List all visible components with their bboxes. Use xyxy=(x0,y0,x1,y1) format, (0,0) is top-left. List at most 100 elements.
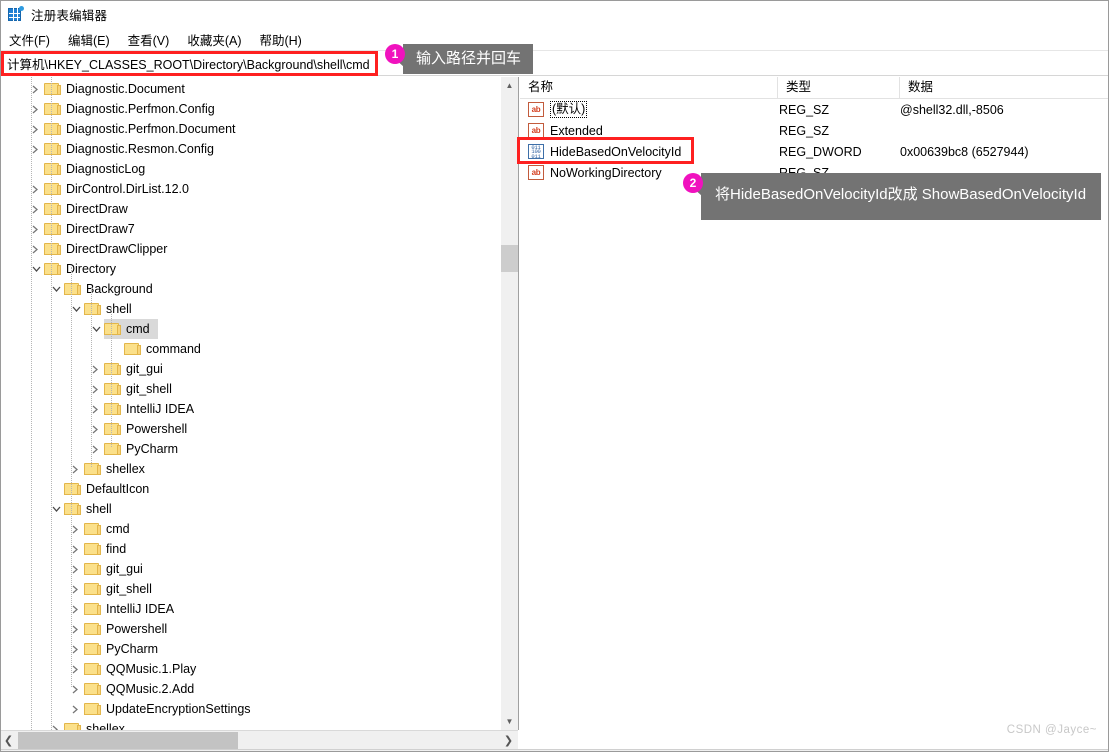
tree-item-content[interactable]: DirectDraw7 xyxy=(44,219,135,239)
registry-tree: Diagnostic.Document Diagnostic.Perfmon.Co… xyxy=(0,77,500,730)
menu-item-favorites[interactable]: 收藏夹(A) xyxy=(187,30,241,49)
tree-item[interactable]: git_gui xyxy=(0,559,500,579)
column-header-data[interactable]: 数据 xyxy=(900,77,1109,98)
value-row[interactable]: ab Extended REG_SZ xyxy=(520,120,1109,141)
tree-item[interactable]: Diagnostic.Resmon.Config xyxy=(0,139,500,159)
callout-text-2: 将HideBasedOnVelocityId改成 ShowBasedOnVelo… xyxy=(693,173,1101,220)
tree-item-label: git_shell xyxy=(106,582,152,596)
value-name-cell[interactable]: 011 100 011 HideBasedOnVelocityId xyxy=(520,144,778,159)
tree-item[interactable]: Diagnostic.Document xyxy=(0,79,500,99)
tree-item[interactable]: Background xyxy=(0,279,500,299)
tree-item-content[interactable]: git_shell xyxy=(84,579,152,599)
tree-item-content[interactable]: DiagnosticLog xyxy=(44,159,145,179)
tree-item-content[interactable]: Diagnostic.Perfmon.Config xyxy=(44,99,215,119)
tree-item[interactable]: Directory xyxy=(0,259,500,279)
tree-item-content[interactable]: PyCharm xyxy=(84,639,158,659)
column-header-name[interactable]: 名称 xyxy=(520,77,778,98)
tree-guide-line xyxy=(111,307,113,447)
tree-item-content[interactable]: Directory xyxy=(44,259,116,279)
menu-item-edit[interactable]: 编辑(E) xyxy=(68,30,110,49)
tree-item[interactable]: cmd xyxy=(0,519,500,539)
scroll-right-icon[interactable]: ❯ xyxy=(500,731,517,750)
tree-item[interactable]: DefaultIcon xyxy=(0,479,500,499)
menu-item-file[interactable]: 文件(F) xyxy=(9,30,50,49)
tree-item-content[interactable]: IntelliJ IDEA xyxy=(84,599,174,619)
tree-item-label: IntelliJ IDEA xyxy=(106,602,175,616)
tree-item-content[interactable]: find xyxy=(84,539,126,559)
tree-item[interactable]: QQMusic.2.Add xyxy=(0,679,500,699)
tree-horizontal-scrollbar[interactable]: ❮ ❯ xyxy=(0,730,518,750)
tree-vertical-scrollbar[interactable]: ▲ ▼ xyxy=(500,77,518,730)
tree-item[interactable]: QQMusic.1.Play xyxy=(0,659,500,679)
tree-item-content[interactable]: shellex xyxy=(64,719,125,730)
tree-item-content[interactable]: Diagnostic.Document xyxy=(44,79,185,99)
menu-item-view[interactable]: 查看(V) xyxy=(128,30,170,49)
tree-item[interactable]: DirectDraw7 xyxy=(0,219,500,239)
menu-item-help[interactable]: 帮助(H) xyxy=(259,30,301,49)
tree-item-content[interactable]: cmd xyxy=(84,519,130,539)
value-name-cell[interactable]: ab Extended xyxy=(520,123,778,138)
tree-item-content[interactable]: DirectDraw xyxy=(44,199,128,219)
tree-item[interactable]: shellex xyxy=(0,719,500,730)
value-row[interactable]: ab (默认) REG_SZ @shell32.dll,-8506 xyxy=(520,99,1109,120)
tree-item-content[interactable]: IntelliJ IDEA xyxy=(104,399,194,419)
tree-item[interactable]: command xyxy=(0,339,500,359)
tree-item-content[interactable]: Powershell xyxy=(84,619,167,639)
value-row[interactable]: 011 100 011 HideBasedOnVelocityId REG_DWORD 0… xyxy=(520,141,1109,162)
tree-item[interactable]: Powershell xyxy=(0,419,500,439)
tree-item-content[interactable]: command xyxy=(124,339,201,359)
registry-editor-window: 注册表编辑器 文件(F) 编辑(E) 查看(V) 收藏夹(A) 帮助(H) Di… xyxy=(0,0,1109,752)
scroll-left-icon[interactable]: ❮ xyxy=(0,731,17,750)
tree-item[interactable]: DirectDraw xyxy=(0,199,500,219)
tree-item[interactable]: shell xyxy=(0,499,500,519)
tree-item-content[interactable]: Diagnostic.Perfmon.Document xyxy=(44,119,236,139)
tree-item[interactable]: git_gui xyxy=(0,359,500,379)
tree-item-content[interactable]: DefaultIcon xyxy=(64,479,149,499)
tree-item[interactable]: DirControl.DirList.12.0 xyxy=(0,179,500,199)
tree-item-label: shellex xyxy=(106,462,145,476)
tree-item-content[interactable]: Diagnostic.Resmon.Config xyxy=(44,139,214,159)
tree-item[interactable]: find xyxy=(0,539,500,559)
value-name-cell[interactable]: ab (默认) xyxy=(520,101,778,118)
tree-item[interactable]: PyCharm xyxy=(0,639,500,659)
tree-item[interactable]: IntelliJ IDEA xyxy=(0,599,500,619)
tree-item-content[interactable]: DirControl.DirList.12.0 xyxy=(44,179,189,199)
registry-tree-pane[interactable]: Diagnostic.Document Diagnostic.Perfmon.Co… xyxy=(0,77,519,730)
tree-item[interactable]: shell xyxy=(0,299,500,319)
scroll-down-icon[interactable]: ▼ xyxy=(501,713,518,730)
tree-item[interactable]: PyCharm xyxy=(0,439,500,459)
tree-item[interactable]: DiagnosticLog xyxy=(0,159,500,179)
value-data: 0x00639bc8 (6527944) xyxy=(900,144,1029,159)
tree-item[interactable]: DirectDrawClipper xyxy=(0,239,500,259)
tree-item-content[interactable]: git_gui xyxy=(84,559,143,579)
tree-item-label: Diagnostic.Document xyxy=(66,82,185,96)
column-header-type[interactable]: 类型 xyxy=(778,77,900,98)
folder-icon xyxy=(124,342,141,356)
tree-item[interactable]: UpdateEncryptionSettings xyxy=(0,699,500,719)
tree-item[interactable]: shellex xyxy=(0,459,500,479)
tree-item[interactable]: Diagnostic.Perfmon.Config xyxy=(0,99,500,119)
tree-item[interactable]: git_shell xyxy=(0,379,500,399)
tree-item-content[interactable]: UpdateEncryptionSettings xyxy=(84,699,251,719)
tree-item-content[interactable]: git_shell xyxy=(104,379,172,399)
tree-item-content[interactable]: QQMusic.1.Play xyxy=(84,659,196,679)
callout-step-2: 2 将HideBasedOnVelocityId改成 ShowBasedOnVe… xyxy=(683,173,1101,220)
string-value-icon: ab xyxy=(528,123,544,138)
chevron-right-icon[interactable] xyxy=(68,699,84,719)
tree-item-content[interactable]: Powershell xyxy=(104,419,187,439)
tree-item[interactable]: Powershell xyxy=(0,619,500,639)
scroll-up-icon[interactable]: ▲ xyxy=(501,77,518,94)
tree-item-label: find xyxy=(106,542,127,556)
tree-item-content[interactable]: QQMusic.2.Add xyxy=(84,679,194,699)
scrollbar-thumb-vertical[interactable] xyxy=(501,245,518,272)
tree-item-content[interactable]: Background xyxy=(64,279,153,299)
tree-item-content[interactable]: shellex xyxy=(84,459,145,479)
tree-item[interactable]: Diagnostic.Perfmon.Document xyxy=(0,119,500,139)
tree-item-content[interactable]: DirectDrawClipper xyxy=(44,239,167,259)
tree-item-content[interactable]: PyCharm xyxy=(104,439,178,459)
tree-item[interactable]: IntelliJ IDEA xyxy=(0,399,500,419)
tree-item[interactable]: git_shell xyxy=(0,579,500,599)
scrollbar-thumb-horizontal[interactable] xyxy=(18,732,238,749)
tree-item[interactable]: cmd xyxy=(0,319,500,339)
registry-path-input[interactable] xyxy=(2,52,377,75)
